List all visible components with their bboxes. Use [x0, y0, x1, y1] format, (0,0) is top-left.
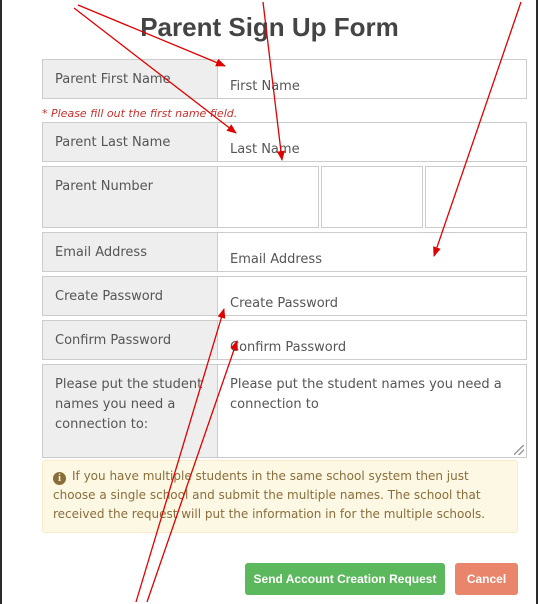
students-row: Please put the student names you need a … [42, 364, 527, 458]
confirm-password-label: Confirm Password [42, 320, 217, 360]
last-name-input[interactable]: Last Name [217, 122, 527, 162]
info-alert: i If you have multiple students in the sa… [42, 460, 518, 533]
last-name-label: Parent Last Name [42, 122, 217, 162]
window-left-border [0, 0, 2, 604]
students-label: Please put the student names you need a … [42, 364, 217, 458]
create-password-input[interactable]: Create Password [217, 276, 527, 316]
phone-number-group [217, 166, 527, 228]
parent-number-label: Parent Number [42, 166, 217, 228]
phone-area-code-input[interactable] [217, 166, 319, 228]
parent-number-row: Parent Number [42, 166, 527, 228]
last-name-row: Parent Last Name Last Name [42, 122, 527, 162]
send-account-request-button[interactable]: Send Account Creation Request [245, 563, 445, 595]
students-placeholder: Please put the student names you need a … [230, 377, 502, 412]
cancel-button[interactable]: Cancel [455, 563, 518, 595]
email-input[interactable]: Email Address [217, 232, 527, 272]
page-title: Parent Sign Up Form [140, 12, 399, 42]
first-name-row: Parent First Name First Name [42, 59, 527, 99]
email-label: Email Address [42, 232, 217, 272]
first-name-error: * Please fill out the first name field. [42, 107, 238, 120]
email-row: Email Address Email Address [42, 232, 527, 272]
first-name-label: Parent First Name [42, 59, 217, 99]
first-name-input[interactable]: First Name [217, 59, 527, 99]
confirm-password-row: Confirm Password Confirm Password [42, 320, 527, 360]
create-password-row: Create Password Create Password [42, 276, 527, 316]
phone-prefix-input[interactable] [321, 166, 423, 228]
window-right-border [536, 0, 538, 604]
create-password-label: Create Password [42, 276, 217, 316]
alert-text: If you have multiple students in the sam… [53, 469, 486, 521]
info-circle-icon: i [53, 472, 66, 485]
phone-line-number-input[interactable] [425, 166, 527, 228]
resize-grip-icon[interactable] [514, 445, 524, 455]
confirm-password-input[interactable]: Confirm Password [217, 320, 527, 360]
students-textarea[interactable]: Please put the student names you need a … [217, 364, 527, 458]
